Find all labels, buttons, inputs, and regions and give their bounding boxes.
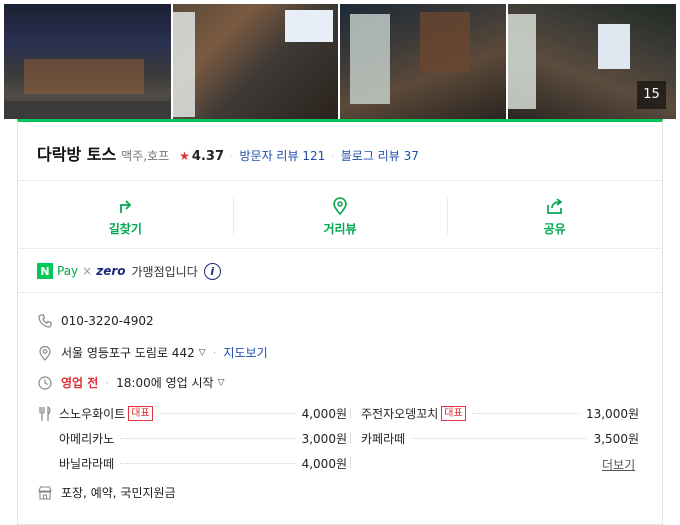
phone-row: 010-3220-4902 bbox=[37, 313, 154, 329]
info-icon[interactable]: i bbox=[203, 262, 221, 280]
share-button[interactable]: 공유 bbox=[447, 184, 662, 248]
place-category: 맥주,호프 bbox=[121, 149, 170, 163]
npay-zero-row: N Pay × zero 가맹점입니다 i bbox=[37, 260, 221, 282]
share-icon bbox=[546, 197, 563, 214]
menu-item-price: 4,000원 bbox=[301, 456, 347, 471]
star-icon: ★ bbox=[179, 149, 190, 163]
place-name: 다락방 토스 bbox=[37, 145, 117, 164]
divider bbox=[350, 407, 351, 419]
share-label: 공유 bbox=[543, 221, 566, 236]
menu-item: 바닐라라떼 4,000원 bbox=[59, 454, 347, 472]
business-status: 영업 전 bbox=[61, 376, 99, 390]
place-header: 다락방 토스 맥주,호프 ★ 4.37 · 방문자 리뷰 121 · 블로그 리… bbox=[37, 141, 419, 164]
menu-item-name: 스노우화이트 bbox=[59, 406, 126, 421]
directions-label: 길찾기 bbox=[108, 221, 142, 236]
dotted-leader bbox=[120, 437, 296, 439]
chevron-down-icon[interactable]: ▽ bbox=[199, 348, 206, 358]
menu-item-price: 4,000원 bbox=[301, 406, 347, 421]
separator-dot: · bbox=[331, 150, 335, 163]
street-view-button[interactable]: 거리뷰 bbox=[232, 184, 448, 248]
menu-item-price: 3,500원 bbox=[593, 431, 639, 446]
menu-item-name: 바닐라라떼 bbox=[59, 456, 115, 471]
divider bbox=[350, 457, 351, 469]
action-bar: 길찾기 거리뷰 공유 bbox=[18, 184, 662, 248]
map-pin-icon bbox=[333, 196, 347, 215]
signature-badge: 대표 bbox=[128, 405, 153, 421]
location-pin-icon bbox=[39, 345, 51, 361]
separator-dot: · bbox=[212, 345, 217, 360]
dotted-leader bbox=[411, 437, 588, 439]
menu-item: 아메리카노 3,000원 bbox=[59, 429, 347, 447]
phone-icon bbox=[38, 314, 52, 328]
dotted-leader bbox=[120, 462, 296, 464]
map-view-link[interactable]: 지도보기 bbox=[223, 344, 267, 361]
photo-count-badge[interactable]: 15 bbox=[637, 81, 666, 109]
clock-icon bbox=[38, 375, 52, 390]
photo-gallery[interactable]: 15 bbox=[4, 4, 676, 119]
chevron-down-icon[interactable]: ▽ bbox=[218, 378, 225, 388]
dotted-leader bbox=[471, 412, 580, 414]
street-view-label: 거리뷰 bbox=[323, 221, 357, 236]
fork-knife-icon bbox=[39, 406, 51, 421]
interior-photo[interactable] bbox=[173, 4, 338, 119]
store-icon bbox=[38, 485, 52, 500]
interior-photo[interactable]: 15 bbox=[508, 4, 676, 119]
zero-pay-logo: zero bbox=[96, 264, 126, 278]
menu-item-name: 주전자오뎅꼬치 bbox=[361, 406, 439, 421]
rating-value: 4.37 bbox=[191, 149, 224, 164]
menu-item-name: 카페라떼 bbox=[361, 431, 406, 446]
menu-item-price: 13,000원 bbox=[585, 406, 639, 421]
address-text: 서울 영등포구 도림로 442 bbox=[61, 346, 195, 360]
interior-photo[interactable] bbox=[340, 4, 506, 119]
hours-row: 영업 전 · 18:00에 영업 시작 ▽ bbox=[37, 374, 224, 391]
naver-n-logo: N bbox=[37, 263, 53, 279]
signature-badge: 대표 bbox=[441, 405, 466, 421]
merchant-label: 가맹점입니다 bbox=[131, 264, 198, 279]
menu-item-name: 아메리카노 bbox=[59, 431, 115, 446]
pay-logo: Pay bbox=[57, 264, 79, 278]
directions-icon bbox=[120, 199, 132, 213]
visitor-reviews-link[interactable]: 방문자 리뷰 121 bbox=[240, 147, 326, 164]
storefront-night-photo[interactable] bbox=[4, 4, 171, 119]
amenities-row: 포장, 예약, 국민지원금 bbox=[37, 484, 176, 501]
blog-reviews-link[interactable]: 블로그 리뷰 37 bbox=[341, 147, 419, 164]
opening-hours[interactable]: 18:00에 영업 시작 bbox=[116, 374, 213, 391]
dotted-leader bbox=[158, 412, 296, 414]
divider bbox=[350, 432, 351, 444]
times-sign: × bbox=[82, 264, 93, 278]
divider bbox=[18, 248, 662, 249]
menu-item-price: 3,000원 bbox=[301, 431, 347, 446]
menu-item: 주전자오뎅꼬치 대표 13,000원 bbox=[361, 404, 639, 422]
directions-button[interactable]: 길찾기 bbox=[18, 184, 233, 248]
divider bbox=[18, 292, 662, 293]
menu-item: 스노우화이트 대표 4,000원 bbox=[59, 404, 347, 422]
divider bbox=[18, 180, 662, 181]
separator-dot: · bbox=[105, 375, 110, 390]
amenities-text: 포장, 예약, 국민지원금 bbox=[61, 486, 176, 500]
address-row: 서울 영등포구 도림로 442 ▽ · 지도보기 bbox=[37, 344, 268, 361]
separator-dot: · bbox=[230, 150, 234, 163]
place-card: 다락방 토스 맥주,호프 ★ 4.37 · 방문자 리뷰 121 · 블로그 리… bbox=[17, 119, 663, 525]
menu-item: 카페라떼 3,500원 bbox=[361, 429, 639, 447]
more-menu-link[interactable]: 더보기 bbox=[602, 456, 635, 473]
phone-number[interactable]: 010-3220-4902 bbox=[61, 314, 154, 328]
